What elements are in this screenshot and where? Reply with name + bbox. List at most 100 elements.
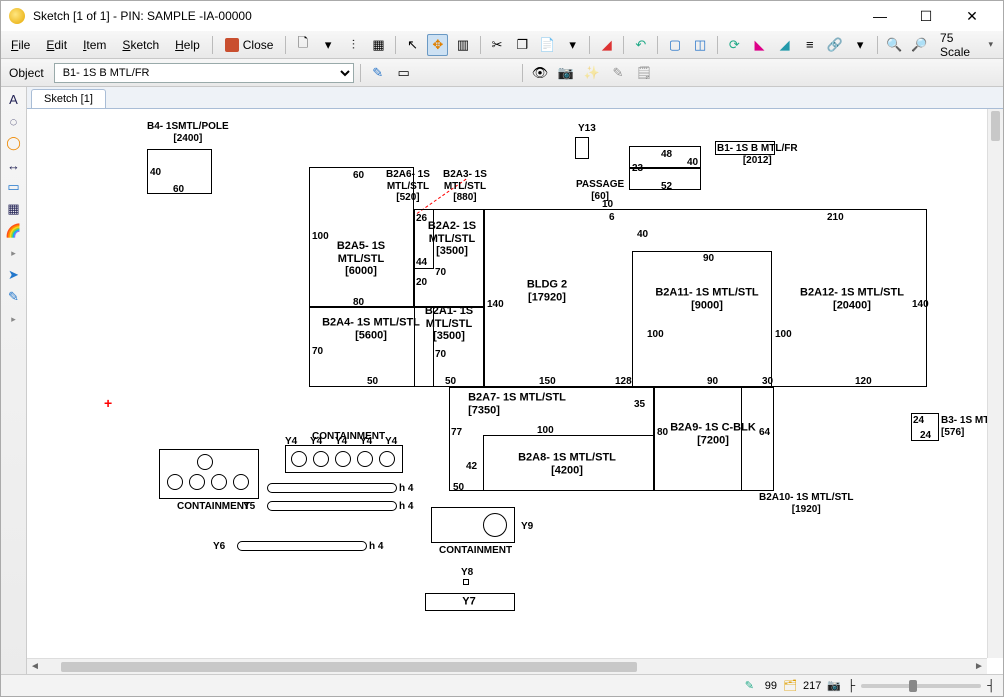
b2a10-block[interactable] [741, 387, 774, 491]
dropdown-icon[interactable]: ▾ [318, 34, 339, 56]
oval3[interactable] [237, 541, 367, 551]
b2a8-label: B2A8- 1S MTL/STL[4200] [518, 451, 616, 476]
b1-block[interactable] [715, 141, 775, 155]
menu-item[interactable]: Item [77, 36, 112, 54]
status-n2: 217 [803, 680, 821, 692]
b2a2-label: B2A2- 1SMTL/STL[3500] [428, 220, 476, 258]
sketch-canvas[interactable]: + B4- 1SMTL/POLE[2400] 40 60 60 100 B2A5… [27, 109, 987, 658]
tri2-icon[interactable]: ◢ [774, 34, 795, 56]
tab-sketch1[interactable]: Sketch [1] [31, 89, 106, 108]
copy-icon[interactable]: ❐ [512, 34, 533, 56]
paste-icon[interactable]: 📄 [537, 34, 558, 56]
refresh-icon[interactable]: ⟳ [724, 34, 745, 56]
expand2-icon[interactable]: ▸ [4, 309, 24, 329]
b2a1-label: B2A1- 1SMTL/STL[3500] [425, 305, 473, 343]
statusbar: ✎ 99 🗂 217 📷 ├ ┤ [1, 674, 1003, 696]
containment2-label: CONTAINMENT [312, 431, 385, 443]
maximize-button[interactable]: ☐ [903, 1, 949, 31]
note-icon[interactable]: 🗒 [633, 62, 655, 84]
expand1-icon[interactable]: ▸ [4, 243, 24, 263]
cut-icon[interactable]: ✂ [487, 34, 508, 56]
c3-circ [483, 513, 507, 537]
b2a11-block[interactable] [632, 251, 772, 387]
preview-icon[interactable]: 👁 [529, 62, 551, 84]
close-button[interactable]: ✕ [949, 1, 995, 31]
containment1-label: CONTAINMENT [177, 501, 250, 513]
y13-block[interactable] [575, 137, 589, 159]
line-tool-icon[interactable]: ↔ [4, 155, 24, 175]
b2a11-label: B2A11- 1S MTL/STL[9000] [655, 286, 758, 311]
menu-file[interactable]: File [5, 36, 36, 54]
pencil-icon[interactable]: ✎ [607, 62, 629, 84]
list2-icon[interactable]: ≡ [799, 34, 820, 56]
dual-icon[interactable]: ◫ [690, 34, 711, 56]
b2a10-label: B2A10- 1S MTL/STL[1920] [759, 492, 853, 515]
rect-icon[interactable]: ▢ [664, 34, 685, 56]
barcode-icon[interactable]: ▥ [452, 34, 473, 56]
status-icon-1: ✎ [745, 679, 759, 693]
hatch-tool-icon[interactable]: ▦ [4, 199, 24, 219]
move-icon[interactable]: ✥ [427, 34, 448, 56]
scale-select[interactable]: 75 Scale [934, 29, 999, 61]
y8-sq[interactable] [463, 579, 469, 585]
dropdown3-icon[interactable]: ▾ [850, 34, 871, 56]
b2a5-label: B2A5- 1SMTL/STL[6000] [337, 240, 385, 278]
new-icon[interactable]: 🗋 [292, 34, 313, 56]
c1-circle [197, 454, 213, 470]
status-n1: 99 [765, 680, 777, 692]
wand-icon[interactable]: ✨ [581, 62, 603, 84]
status-cam-icon[interactable]: 📷 [827, 679, 841, 693]
zoom-out-icon[interactable]: 🔎 [909, 34, 930, 56]
dropdown2-icon[interactable]: ▾ [562, 34, 583, 56]
c1-circle3 [189, 474, 205, 490]
tri1-icon[interactable]: ◣ [749, 34, 770, 56]
c1-circle5 [233, 474, 249, 490]
pen-icon[interactable]: ✎ [367, 62, 389, 84]
note-tool-icon[interactable]: ✎ [4, 287, 24, 307]
menu-help[interactable]: Help [169, 36, 206, 54]
cursor-cross-icon: + [104, 395, 112, 411]
link-icon[interactable]: 🔗 [824, 34, 845, 56]
text-tool-icon[interactable]: A [4, 89, 24, 109]
menu-edit[interactable]: Edit [40, 36, 73, 54]
containment3-label: CONTAINMENT [439, 545, 512, 557]
oval2[interactable] [267, 501, 397, 511]
arrow-tool-icon[interactable]: ➤ [4, 265, 24, 285]
pointer-icon[interactable]: ↖ [402, 34, 423, 56]
menu-sketch[interactable]: Sketch [116, 36, 165, 54]
horizontal-scrollbar[interactable]: ◄► [27, 658, 987, 674]
zoom-in-icon[interactable]: 🔍 [884, 34, 905, 56]
c1-circle4 [211, 474, 227, 490]
eraser-icon[interactable]: ◢ [596, 34, 617, 56]
c2-circ5 [379, 451, 395, 467]
b2a4-label: B2A4- 1S MTL/STL[5600] [322, 316, 420, 341]
dashrect-tool-icon[interactable]: ◌ [4, 111, 24, 131]
bldg2-label: BLDG 2[17920] [527, 278, 567, 303]
cam-icon[interactable]: 📷 [555, 62, 577, 84]
status-icon-2: 🗂 [783, 679, 797, 693]
color-tool-icon[interactable]: 🌈 [4, 221, 24, 241]
edit-box-icon[interactable]: ▭ [393, 62, 415, 84]
zoom-in-small-icon[interactable]: ┤ [987, 680, 995, 692]
undo-icon[interactable]: ↶ [630, 34, 651, 56]
b2a7-label: B2A7- 1S MTL/STL[7350] [468, 391, 566, 416]
left-toolbar: A ◌ ◯ ↔ ▭ ▦ 🌈 ▸ ➤ ✎ ▸ [1, 87, 27, 674]
zoom-out-small-icon[interactable]: ├ [847, 680, 855, 692]
vertical-scrollbar[interactable] [987, 109, 1003, 658]
close-action[interactable]: Close [219, 36, 280, 54]
y13-label: Y13 [578, 123, 596, 135]
passage-label: PASSAGE[60] [576, 179, 624, 202]
zoom-slider[interactable] [861, 684, 981, 688]
c2-circ4 [357, 451, 373, 467]
grid-icon[interactable]: ▦ [368, 34, 389, 56]
y7-label: Y7 [462, 596, 475, 609]
b4-label: B4- 1SMTL/POLE[2400] [147, 121, 229, 144]
object-select[interactable]: B1- 1S B MTL/FR [54, 63, 354, 83]
minimize-button[interactable]: — [857, 1, 903, 31]
b2a6-label: B2A6- 1SMTL/STL[520] [386, 169, 430, 204]
c2-circ2 [313, 451, 329, 467]
traverse-icon[interactable]: ⫶ [343, 34, 364, 56]
box-tool-icon[interactable]: ▭ [4, 177, 24, 197]
circle-tool-icon[interactable]: ◯ [4, 133, 24, 153]
oval1[interactable] [267, 483, 397, 493]
